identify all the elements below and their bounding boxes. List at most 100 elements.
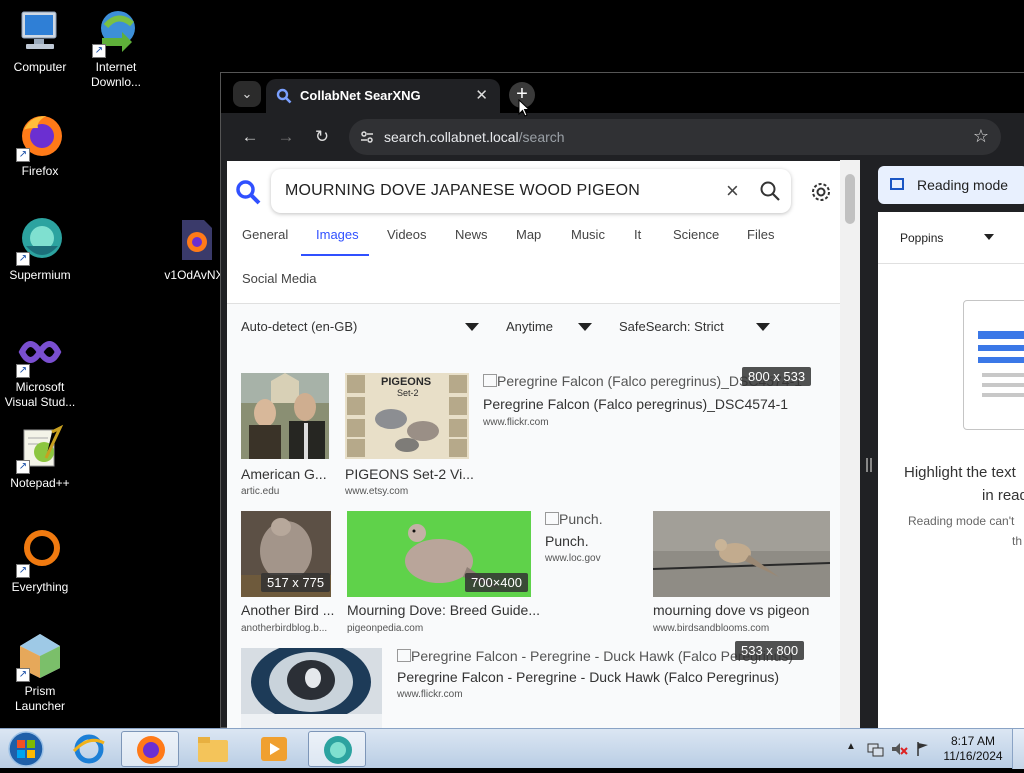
desktop-icon-label: Microsoft Visual Stud... xyxy=(4,380,76,409)
reading-mode-heading-line2: in read xyxy=(982,487,1024,504)
taskbar-internet-explorer[interactable] xyxy=(60,731,118,767)
show-hidden-icons-icon[interactable]: ▲ xyxy=(846,741,856,752)
image-result[interactable]: American G... artic.edu xyxy=(241,373,331,497)
desktop-icon-firefox[interactable]: ↗ Firefox xyxy=(0,112,80,179)
windows-start-icon xyxy=(8,731,44,767)
search-input[interactable]: MOURNING DOVE JAPANESE WOOD PIGEON xyxy=(285,182,640,200)
clear-search-icon[interactable]: × xyxy=(726,178,739,204)
action-center-flag-icon[interactable] xyxy=(914,740,932,758)
searxng-logo-icon[interactable] xyxy=(235,179,261,205)
desktop-icon-computer[interactable]: Computer xyxy=(0,8,80,75)
image-result[interactable]: mourning dove vs pigeon www.birdsandbloo… xyxy=(653,511,833,635)
result-title[interactable]: Peregrine Falcon (Falco peregrinus)_DSC4… xyxy=(483,396,788,412)
language-select[interactable]: Auto-detect (en-GB) xyxy=(241,319,357,334)
back-button[interactable]: ← xyxy=(238,125,262,149)
image-result[interactable]: Punch. Punch. www.loc.gov xyxy=(545,511,645,571)
tab-files[interactable]: Files xyxy=(747,227,774,242)
result-thumbnail[interactable] xyxy=(241,373,329,459)
desktop-icon-label: Internet Downlo... xyxy=(90,60,142,89)
search-box[interactable]: MOURNING DOVE JAPANESE WOOD PIGEON × xyxy=(271,169,791,213)
result-title[interactable]: American G... xyxy=(241,466,327,482)
resize-handle-icon[interactable] xyxy=(866,458,872,472)
taskbar-file-explorer[interactable] xyxy=(184,731,242,767)
volume-muted-icon[interactable] xyxy=(890,740,908,758)
result-title[interactable]: Peregrine Falcon - Peregrine - Duck Hawk… xyxy=(397,669,779,685)
image-alt-text: Punch. xyxy=(559,511,603,527)
tab-general[interactable]: General xyxy=(242,227,288,242)
tab-news[interactable]: News xyxy=(455,227,488,242)
desktop-icon-supermium[interactable]: ↗ Supermium xyxy=(0,216,80,283)
time-range-select[interactable]: Anytime xyxy=(506,319,553,334)
folder-icon xyxy=(198,737,228,762)
media-player-icon xyxy=(261,737,287,761)
thumb-subtext: Set-2 xyxy=(397,388,419,398)
image-result[interactable]: PIGEONS Set-2 PIGEONS Set-2 Vi... www.et… xyxy=(345,373,474,497)
tab-images[interactable]: Images xyxy=(316,227,359,242)
broken-image-alt[interactable]: Punch. xyxy=(545,511,603,527)
search-icon[interactable] xyxy=(759,180,781,202)
chevron-down-icon[interactable] xyxy=(465,323,479,331)
reading-mode-icon xyxy=(890,178,904,190)
font-select[interactable]: Poppins xyxy=(878,212,1024,264)
shortcut-arrow-icon: ↗ xyxy=(16,564,30,578)
broken-image-icon xyxy=(545,512,559,525)
show-desktop-button[interactable] xyxy=(1012,729,1024,769)
tab-music[interactable]: Music xyxy=(571,227,605,242)
tab-science[interactable]: Science xyxy=(673,227,719,242)
result-title[interactable]: mourning dove vs pigeon xyxy=(653,602,809,618)
desktop-icon-everything[interactable]: ↗ Everything xyxy=(0,528,80,595)
tab-map[interactable]: Map xyxy=(516,227,541,242)
tab-it[interactable]: It xyxy=(634,227,641,242)
image-result[interactable]: 517 x 775 Another Bird ... anotherbirdbl… xyxy=(241,511,334,635)
start-button[interactable] xyxy=(4,730,48,768)
thumb-text: PIGEONS xyxy=(381,376,432,388)
close-tab-icon[interactable]: ✕ xyxy=(475,86,488,104)
settings-gear-icon[interactable] xyxy=(809,180,833,204)
result-title[interactable]: Punch. xyxy=(545,533,589,549)
reading-mode-button[interactable]: Reading mode xyxy=(878,166,1024,204)
result-title[interactable]: Mourning Dove: Breed Guide... xyxy=(347,602,540,618)
desktop-icon-notepadpp[interactable]: ↗ Notepad++ xyxy=(0,424,80,491)
site-info-icon[interactable] xyxy=(359,129,375,145)
desktop-icon-prism-launcher[interactable]: ↗ Prism Launcher xyxy=(0,632,80,714)
clock[interactable]: 8:17 AM 11/16/2024 xyxy=(935,734,1011,764)
firefox-icon xyxy=(137,736,165,764)
tab-title: CollabNet SearXNG xyxy=(300,88,421,103)
forward-button[interactable]: → xyxy=(274,125,298,149)
taskbar-firefox[interactable] xyxy=(121,731,179,767)
result-title[interactable]: PIGEONS Set-2 Vi... xyxy=(345,466,474,482)
taskbar-media-player[interactable] xyxy=(245,731,303,767)
desktop-icon-visual-studio[interactable]: ↗ Microsoft Visual Stud... xyxy=(0,328,80,410)
safesearch-select[interactable]: SafeSearch: Strict xyxy=(619,319,724,334)
result-thumbnail[interactable]: PIGEONS Set-2 xyxy=(345,373,469,459)
taskbar-supermium[interactable] xyxy=(308,731,366,767)
page-scrollbar[interactable] xyxy=(840,160,860,728)
image-result[interactable] xyxy=(241,648,383,729)
tab-collabnet-searxng[interactable]: CollabNet SearXNG ✕ xyxy=(266,79,500,113)
bookmark-star-icon[interactable]: ☆ xyxy=(973,126,989,147)
clock-time: 8:17 AM xyxy=(950,734,996,748)
desktop-icon-label: Everything xyxy=(11,580,69,594)
address-bar[interactable]: search.collabnet.local/search ☆ xyxy=(349,119,1001,155)
image-size-badge: 800 x 533 xyxy=(742,367,812,386)
result-source: www.birdsandblooms.com xyxy=(653,623,770,634)
image-result[interactable]: Peregrine Falcon (Falco peregrinus)_DSC4… xyxy=(483,367,819,443)
result-title[interactable]: Another Bird ... xyxy=(241,602,334,618)
tab-videos[interactable]: Videos xyxy=(387,227,427,242)
reload-button[interactable]: ↻ xyxy=(310,125,334,149)
side-panel-resizer[interactable] xyxy=(860,160,878,728)
image-result[interactable]: Peregrine Falcon - Peregrine - Duck Hawk… xyxy=(397,641,827,708)
chevron-down-icon[interactable] xyxy=(578,323,592,331)
prism-launcher-icon: ↗ xyxy=(16,632,64,682)
chevron-down-icon[interactable] xyxy=(756,323,770,331)
desktop-icon-internet-download[interactable]: ↗ Internet Downlo... xyxy=(76,8,156,90)
tab-social-media[interactable]: Social Media xyxy=(242,271,316,286)
result-thumbnail[interactable] xyxy=(241,648,382,729)
scrollbar-thumb[interactable] xyxy=(845,174,855,224)
network-icon[interactable] xyxy=(866,740,884,758)
everything-search-icon: ↗ xyxy=(16,528,64,578)
result-thumbnail[interactable] xyxy=(653,511,830,597)
tab-search-button[interactable]: ⌄ xyxy=(233,81,261,107)
broken-image-alt[interactable]: Peregrine Falcon - Peregrine - Duck Hawk… xyxy=(397,648,793,664)
image-result[interactable]: 700×400 Mourning Dove: Breed Guide... pi… xyxy=(347,511,540,635)
